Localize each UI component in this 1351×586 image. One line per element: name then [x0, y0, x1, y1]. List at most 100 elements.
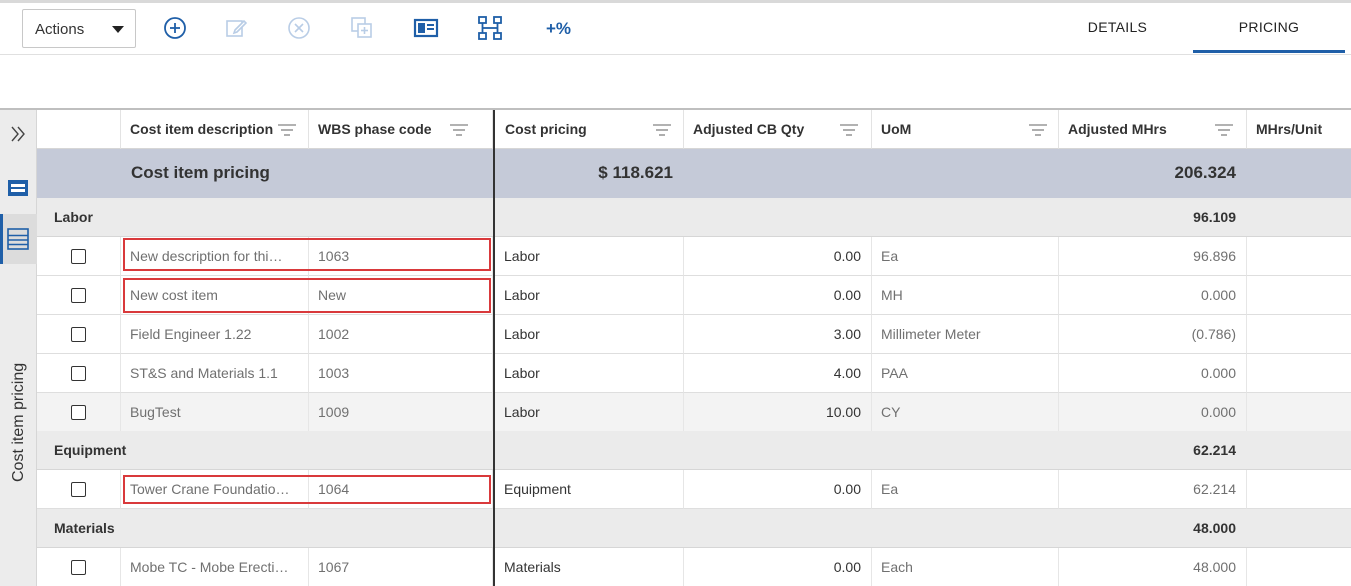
table-cell[interactable]: New: [309, 276, 493, 315]
header-mhrs-unit[interactable]: MHrs/Unit: [1247, 110, 1351, 149]
row-checkbox[interactable]: [71, 327, 86, 342]
table-cell[interactable]: Labor: [495, 276, 684, 315]
cell-description: ST&S and Materials 1.1: [130, 365, 278, 381]
table-cell[interactable]: Ea: [872, 470, 1059, 509]
copy-icon[interactable]: [349, 15, 375, 41]
row-checkbox[interactable]: [71, 249, 86, 264]
filter-icon[interactable]: [1214, 123, 1234, 137]
table-cell[interactable]: 0.000: [1059, 393, 1247, 432]
table-cell[interactable]: 0.000: [1059, 276, 1247, 315]
table-cell[interactable]: 0.000: [1059, 354, 1247, 393]
row-checkbox[interactable]: [71, 405, 86, 420]
table-cell[interactable]: Tower Crane Foundatio…: [121, 470, 309, 509]
table-cell[interactable]: 0.00: [684, 548, 872, 586]
table-cell[interactable]: [1247, 393, 1351, 432]
tab-pricing-label: PRICING: [1238, 19, 1300, 35]
table-cell[interactable]: 0.00: [684, 470, 872, 509]
table-cell[interactable]: Labor: [495, 393, 684, 432]
group-total-labor: 96.109: [495, 198, 1351, 237]
table-cell[interactable]: BugTest: [121, 393, 309, 432]
table-cell[interactable]: 1009: [309, 393, 493, 432]
header-uom-label: UoM: [881, 121, 912, 137]
table-cell[interactable]: 1067: [309, 548, 493, 586]
header-uom[interactable]: UoM: [872, 110, 1059, 149]
row-checkbox[interactable]: [71, 288, 86, 303]
header-adjusted-mhrs[interactable]: Adjusted MHrs: [1059, 110, 1247, 149]
tab-pricing[interactable]: PRICING: [1193, 3, 1345, 53]
table-cell[interactable]: PAA: [872, 354, 1059, 393]
table-cell[interactable]: [1247, 548, 1351, 586]
row-select-cell: [37, 315, 121, 354]
table-cell[interactable]: MH: [872, 276, 1059, 315]
summary-cost-pricing: $ 118.621: [598, 163, 673, 182]
table-cell[interactable]: 1003: [309, 354, 493, 393]
table-cell[interactable]: 4.00: [684, 354, 872, 393]
table-cell[interactable]: [1247, 276, 1351, 315]
table-cell[interactable]: [1247, 237, 1351, 276]
cell-uom: Ea: [881, 481, 899, 497]
table-cell[interactable]: Labor: [495, 354, 684, 393]
table-cell[interactable]: 10.00: [684, 393, 872, 432]
edit-icon[interactable]: [223, 15, 249, 41]
table-cell[interactable]: Equipment: [495, 470, 684, 509]
table-cell[interactable]: New description for thi…: [121, 237, 309, 276]
filter-icon[interactable]: [839, 123, 859, 137]
cell-description: New cost item: [130, 287, 218, 303]
table-cell[interactable]: [1247, 470, 1351, 509]
hierarchy-icon[interactable]: [477, 15, 503, 41]
row-checkbox[interactable]: [71, 366, 86, 381]
table-cell[interactable]: 1002: [309, 315, 493, 354]
cell-mhrs: 96.896: [1193, 248, 1236, 264]
table-cell[interactable]: Mobe TC - Mobe Erecti…: [121, 548, 309, 586]
table-cell[interactable]: 62.214: [1059, 470, 1247, 509]
summary-icon[interactable]: [0, 176, 37, 200]
filter-icon[interactable]: [1028, 123, 1048, 137]
table-cell[interactable]: New cost item: [121, 276, 309, 315]
table-cell[interactable]: 48.000: [1059, 548, 1247, 586]
frozen-column-divider[interactable]: [493, 110, 495, 586]
actions-dropdown[interactable]: Actions: [22, 9, 136, 48]
row-checkbox[interactable]: [71, 560, 86, 575]
header-adjusted-cb-qty[interactable]: Adjusted CB Qty: [684, 110, 872, 149]
header-description[interactable]: Cost item description: [121, 110, 309, 149]
filter-icon[interactable]: [449, 123, 469, 137]
table-cell[interactable]: CY: [872, 393, 1059, 432]
cell-mhrs: 48.000: [1193, 559, 1236, 575]
filter-icon[interactable]: [277, 123, 297, 137]
table-cell[interactable]: Field Engineer 1.22: [121, 315, 309, 354]
table-cell[interactable]: [1247, 354, 1351, 393]
header-adjusted-mhrs-label: Adjusted MHrs: [1068, 121, 1167, 137]
table-cell[interactable]: 0.00: [684, 276, 872, 315]
table-cell[interactable]: Ea: [872, 237, 1059, 276]
table-cell[interactable]: ST&S and Materials 1.1: [121, 354, 309, 393]
table-cell[interactable]: Labor: [495, 237, 684, 276]
header-adjusted-cb-qty-label: Adjusted CB Qty: [693, 121, 805, 137]
filter-icon[interactable]: [652, 123, 672, 137]
group-header-equipment[interactable]: Equipment: [37, 431, 493, 470]
table-cell[interactable]: 1063: [309, 237, 493, 276]
table-cell[interactable]: (0.786): [1059, 315, 1247, 354]
table-cell[interactable]: Labor: [495, 315, 684, 354]
table-cell[interactable]: 3.00: [684, 315, 872, 354]
add-icon[interactable]: [162, 15, 188, 41]
sidebar-active-item[interactable]: [0, 214, 37, 264]
table-cell[interactable]: 96.896: [1059, 237, 1247, 276]
tab-details[interactable]: DETAILS: [1045, 3, 1190, 53]
table-cell[interactable]: [1247, 315, 1351, 354]
header-cost-pricing[interactable]: Cost pricing: [495, 110, 684, 149]
table-cell[interactable]: 0.00: [684, 237, 872, 276]
table-cell[interactable]: 1064: [309, 470, 493, 509]
table-cell[interactable]: Each: [872, 548, 1059, 586]
percent-icon[interactable]: +%: [546, 19, 571, 39]
delete-icon[interactable]: [286, 15, 312, 41]
expand-icon[interactable]: [0, 122, 37, 146]
row-checkbox[interactable]: [71, 482, 86, 497]
header-wbs[interactable]: WBS phase code: [309, 110, 493, 149]
cell-cost-pricing: Labor: [504, 365, 540, 381]
group-header-materials[interactable]: Materials: [37, 509, 493, 548]
table-cell[interactable]: Millimeter Meter: [872, 315, 1059, 354]
layout-icon[interactable]: [413, 15, 439, 41]
group-header-labor[interactable]: Labor: [37, 198, 493, 237]
group-mhrs-total: 48.000: [1193, 520, 1236, 536]
table-cell[interactable]: Materials: [495, 548, 684, 586]
